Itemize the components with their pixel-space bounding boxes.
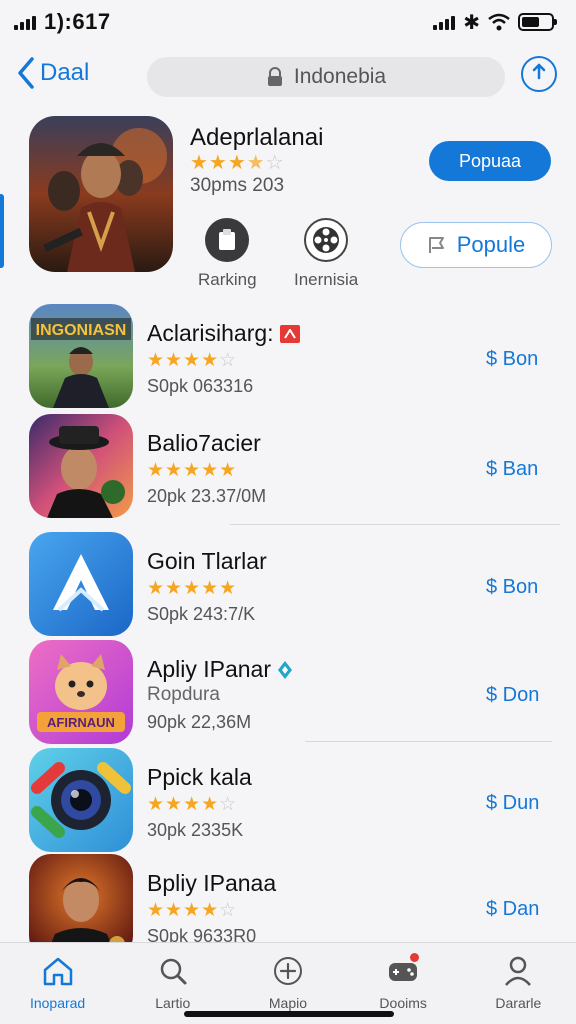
featured-meta: 30pms 203 (190, 175, 285, 196)
app-name-text: Aclarisiharg: (147, 320, 274, 346)
list-item[interactable]: Balio7acier ★★★★★ 20pk 23.37/0M $ Ban (0, 410, 576, 518)
app-rating: ★★★★☆ (147, 794, 238, 815)
app-rating: ★★★★☆ (147, 350, 238, 371)
scroll-marker (0, 194, 4, 268)
red-flag-icon (279, 324, 300, 343)
app-name: Aclarisiharg: (147, 320, 300, 347)
share-icon (532, 63, 546, 80)
app-name: Goin Tlarlar (147, 548, 267, 575)
blue-diamond-icon (278, 660, 293, 679)
app-name: Ppick kala (147, 764, 252, 791)
featured-app: Adeprlalanai ★★★★☆ 30pms 203 Popuaa Rark… (0, 112, 576, 290)
list-item[interactable]: AFIRNAUN Apliy IPanar Ropdura 90pk 22,36… (0, 636, 576, 744)
app-name-text: Goin Tlarlar (147, 548, 267, 574)
app-meta: 20pk 23.37/0M (147, 486, 267, 506)
app-name-text: Balio7acier (147, 430, 261, 456)
app-icon-text: AFIRNAUN (47, 715, 115, 730)
app-meta: S0pk 243:7/K (147, 604, 256, 624)
app-rating: ★★★★☆ (147, 900, 238, 921)
app-icon-blue-a (29, 532, 133, 636)
app-name: Apliy IPanar (147, 656, 293, 683)
tab-label: Lartio (155, 995, 191, 1011)
app-name-text: Bpliy IPanaa (147, 870, 277, 896)
featured-primary-button[interactable]: Popuaa (429, 141, 551, 181)
price-button[interactable]: $ Dun (486, 792, 539, 815)
price-button[interactable]: $ Dan (486, 898, 539, 921)
indonesia-action[interactable]: Inernisia (294, 218, 358, 290)
tab-label: Dooims (379, 995, 427, 1011)
divider (305, 741, 552, 742)
featured-secondary-button[interactable]: Popule (400, 222, 552, 268)
search-icon (155, 953, 191, 989)
tab-label: Inoparad (29, 995, 86, 1011)
app-icon-game-hero: INGONIASN (29, 304, 133, 408)
app-icon-portrait-hat (29, 414, 133, 518)
app-name: Bpliy IPanaa (147, 870, 276, 897)
chevron-left-icon (18, 57, 34, 89)
nav-bar: Daal Indonebia (0, 52, 576, 100)
indonesia-label: Inernisia (294, 270, 359, 289)
divider (230, 524, 560, 525)
game-controller-icon (385, 953, 421, 989)
app-icon-camera (29, 748, 133, 852)
status-left: 1):617 (14, 9, 111, 35)
tab-label: Dararle (495, 995, 542, 1011)
home-indicator (184, 1011, 394, 1017)
flag-icon (428, 237, 444, 253)
price-button[interactable]: $ Ban (486, 458, 538, 481)
tab-home[interactable]: Inoparad (8, 953, 108, 1024)
featured-app-icon[interactable] (29, 116, 173, 272)
featured-title: Adeprlalanai (190, 124, 324, 151)
list-item[interactable]: Ppick kala ★★★★☆ 30pk 2335K $ Dun (0, 744, 576, 852)
wifi-icon (488, 13, 510, 31)
price-button[interactable]: $ Bon (486, 576, 538, 599)
clipboard-icon (205, 218, 250, 262)
film-reel-icon (304, 218, 349, 262)
game-art-icon (29, 116, 173, 272)
lock-icon (267, 67, 282, 86)
price-button[interactable]: $ Don (486, 684, 539, 707)
list-item[interactable]: Bpliy IPanaa ★★★★☆ S0pk 9633R0 $ Dan (0, 850, 576, 958)
app-meta: S0pk 063316 (147, 376, 254, 396)
ranking-label: Rarking (198, 270, 257, 289)
ranking-action[interactable]: Rarking (198, 218, 257, 290)
tab-profile[interactable]: Dararle (468, 953, 568, 1024)
app-rating: ★★★★★ (147, 578, 238, 599)
app-name-text: Apliy IPanar (147, 656, 272, 682)
search-field[interactable]: Indonebia (147, 57, 505, 97)
list-item[interactable]: Goin Tlarlar ★★★★★ S0pk 243:7/K $ Bon (0, 528, 576, 636)
app-name: Balio7acier (147, 430, 261, 457)
app-meta: 30pk 2335K (147, 820, 244, 840)
app-icon-pink-dog: AFIRNAUN (29, 640, 133, 744)
price-button[interactable]: $ Bon (486, 348, 538, 371)
status-time: 1):617 (44, 9, 111, 34)
search-text: Indonebia (293, 65, 387, 88)
cellular-signal-icon-right (433, 14, 456, 30)
tab-label: Mapio (268, 995, 308, 1011)
featured-rating: ★★★★☆ (190, 152, 285, 174)
app-icon-text: INGONIASN (36, 322, 127, 339)
app-name-text: Ppick kala (147, 764, 252, 790)
status-right: ✱ (433, 10, 557, 35)
back-label: Daal (40, 59, 90, 86)
bluetooth-icon: ✱ (463, 11, 480, 34)
cellular-signal-icon (14, 14, 36, 30)
app-rating: ★★★★★ (147, 460, 238, 481)
share-button[interactable] (521, 56, 557, 92)
person-icon (500, 953, 536, 989)
featured-secondary-label: Popule (456, 232, 526, 257)
home-icon (40, 953, 76, 989)
plus-circle-icon (270, 953, 306, 989)
list-item[interactable]: INGONIASN Aclarisiharg: ★★★★☆ S0pk 06331… (0, 300, 576, 408)
battery-icon (518, 13, 557, 31)
back-button[interactable]: Daal (16, 56, 89, 90)
app-subtitle: Ropdura (147, 684, 220, 705)
app-meta: 90pk 22,36M (147, 712, 252, 732)
status-bar: 1):617 ✱ (0, 0, 576, 44)
